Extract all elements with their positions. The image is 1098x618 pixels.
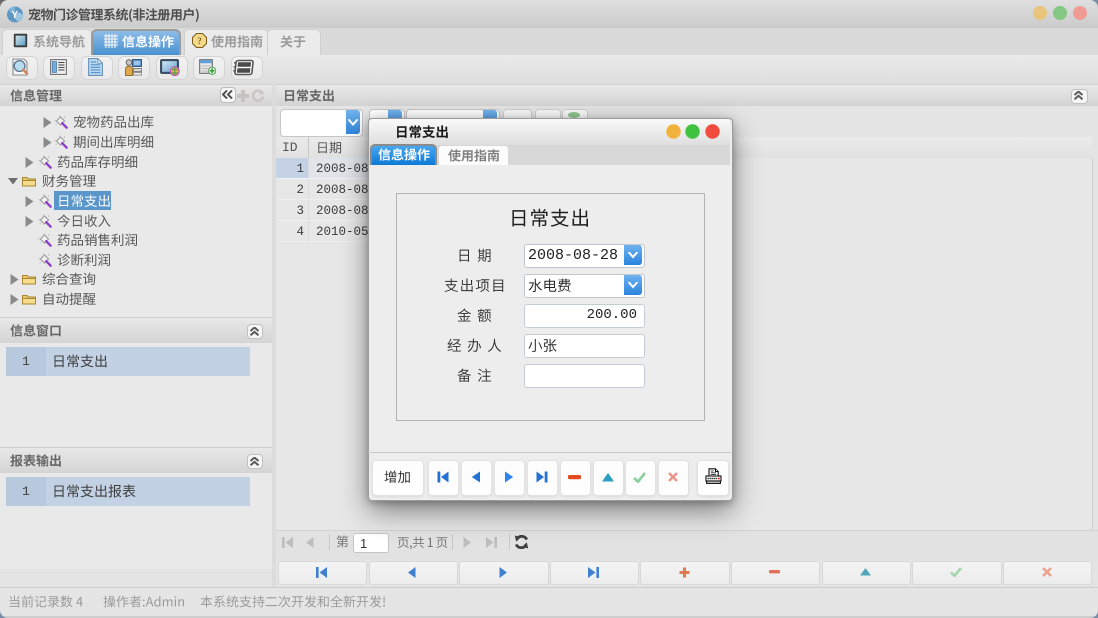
svg-text:?: ? — [197, 36, 202, 46]
svg-text:Y: Y — [11, 10, 18, 21]
